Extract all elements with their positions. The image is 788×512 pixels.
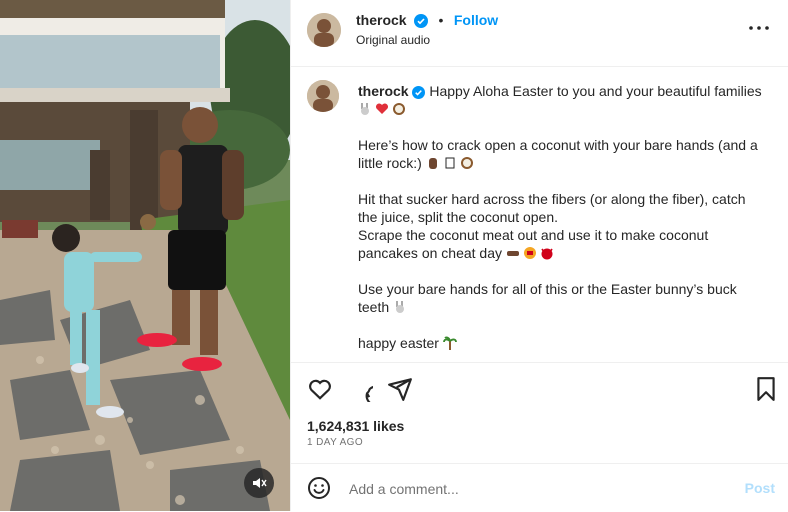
- author-username[interactable]: therock: [356, 12, 407, 28]
- post-comment-button[interactable]: Post: [745, 480, 775, 496]
- caption-verified-badge-icon: [412, 85, 426, 99]
- post-dialog: therock • Follow Original audio therock …: [0, 0, 788, 511]
- heart-icon[interactable]: [307, 376, 333, 402]
- mute-button[interactable]: [244, 468, 274, 498]
- caption-section: therock Happy Aloha Easter to you and yo…: [291, 66, 788, 363]
- caption-avatar-image: [307, 80, 339, 112]
- caption-paragraph-3a: Hit that sucker hard across the fibers (…: [358, 191, 746, 225]
- post-header: therock • Follow Original audio: [291, 0, 788, 67]
- comment-icon[interactable]: [347, 376, 373, 402]
- rock-emoji-icon: [445, 157, 455, 169]
- red-heart-emoji-icon: [375, 103, 389, 114]
- comment-bar: Post: [291, 463, 788, 512]
- caption-avatar[interactable]: [307, 80, 339, 112]
- video-frame: [0, 0, 290, 511]
- header-title-row: therock • Follow: [356, 12, 498, 30]
- audio-label[interactable]: Original audio: [356, 33, 430, 47]
- caption-paragraph-5: happy easter: [358, 335, 439, 351]
- rabbit-emoji-icon-2: [396, 301, 405, 313]
- caption-paragraph-4: Use your bare hands for all of this or t…: [358, 281, 737, 315]
- face-emoji-icon: [523, 247, 536, 259]
- devil-emoji-icon: [541, 248, 553, 260]
- bookmark-icon[interactable]: [753, 376, 779, 402]
- coconut-emoji-icon: [393, 103, 405, 115]
- caption-text: therock Happy Aloha Easter to you and yo…: [358, 82, 768, 362]
- more-options-icon[interactable]: [747, 22, 771, 34]
- comment-input[interactable]: [347, 476, 731, 502]
- post-video[interactable]: [0, 0, 290, 511]
- action-bar: [291, 364, 788, 410]
- follow-button[interactable]: Follow: [454, 12, 498, 28]
- pointing-hand-emoji-icon: [506, 251, 519, 256]
- avatar-image: [307, 13, 341, 47]
- avatar[interactable]: [307, 13, 341, 47]
- palm-tree-emoji-icon: [442, 336, 457, 350]
- caption-paragraph-2: Here’s how to crack open a coconut with …: [358, 137, 758, 171]
- caption-username[interactable]: therock: [358, 83, 409, 99]
- rabbit-emoji-icon: [361, 103, 369, 115]
- like-count[interactable]: 1,624,831 likes: [307, 418, 404, 434]
- share-icon[interactable]: [387, 376, 413, 402]
- mute-icon: [253, 478, 267, 488]
- post-timestamp[interactable]: 1 DAY AGO: [307, 437, 363, 448]
- emoji-icon[interactable]: [307, 476, 331, 500]
- post-sidebar: therock • Follow Original audio therock …: [290, 0, 788, 511]
- caption-line-1: Happy Aloha Easter to you and your beaut…: [429, 83, 762, 99]
- coconut-emoji-icon-2: [460, 157, 473, 169]
- fist-emoji-icon: [428, 158, 437, 169]
- verified-badge-icon: [414, 13, 429, 28]
- separator-dot: •: [438, 12, 444, 28]
